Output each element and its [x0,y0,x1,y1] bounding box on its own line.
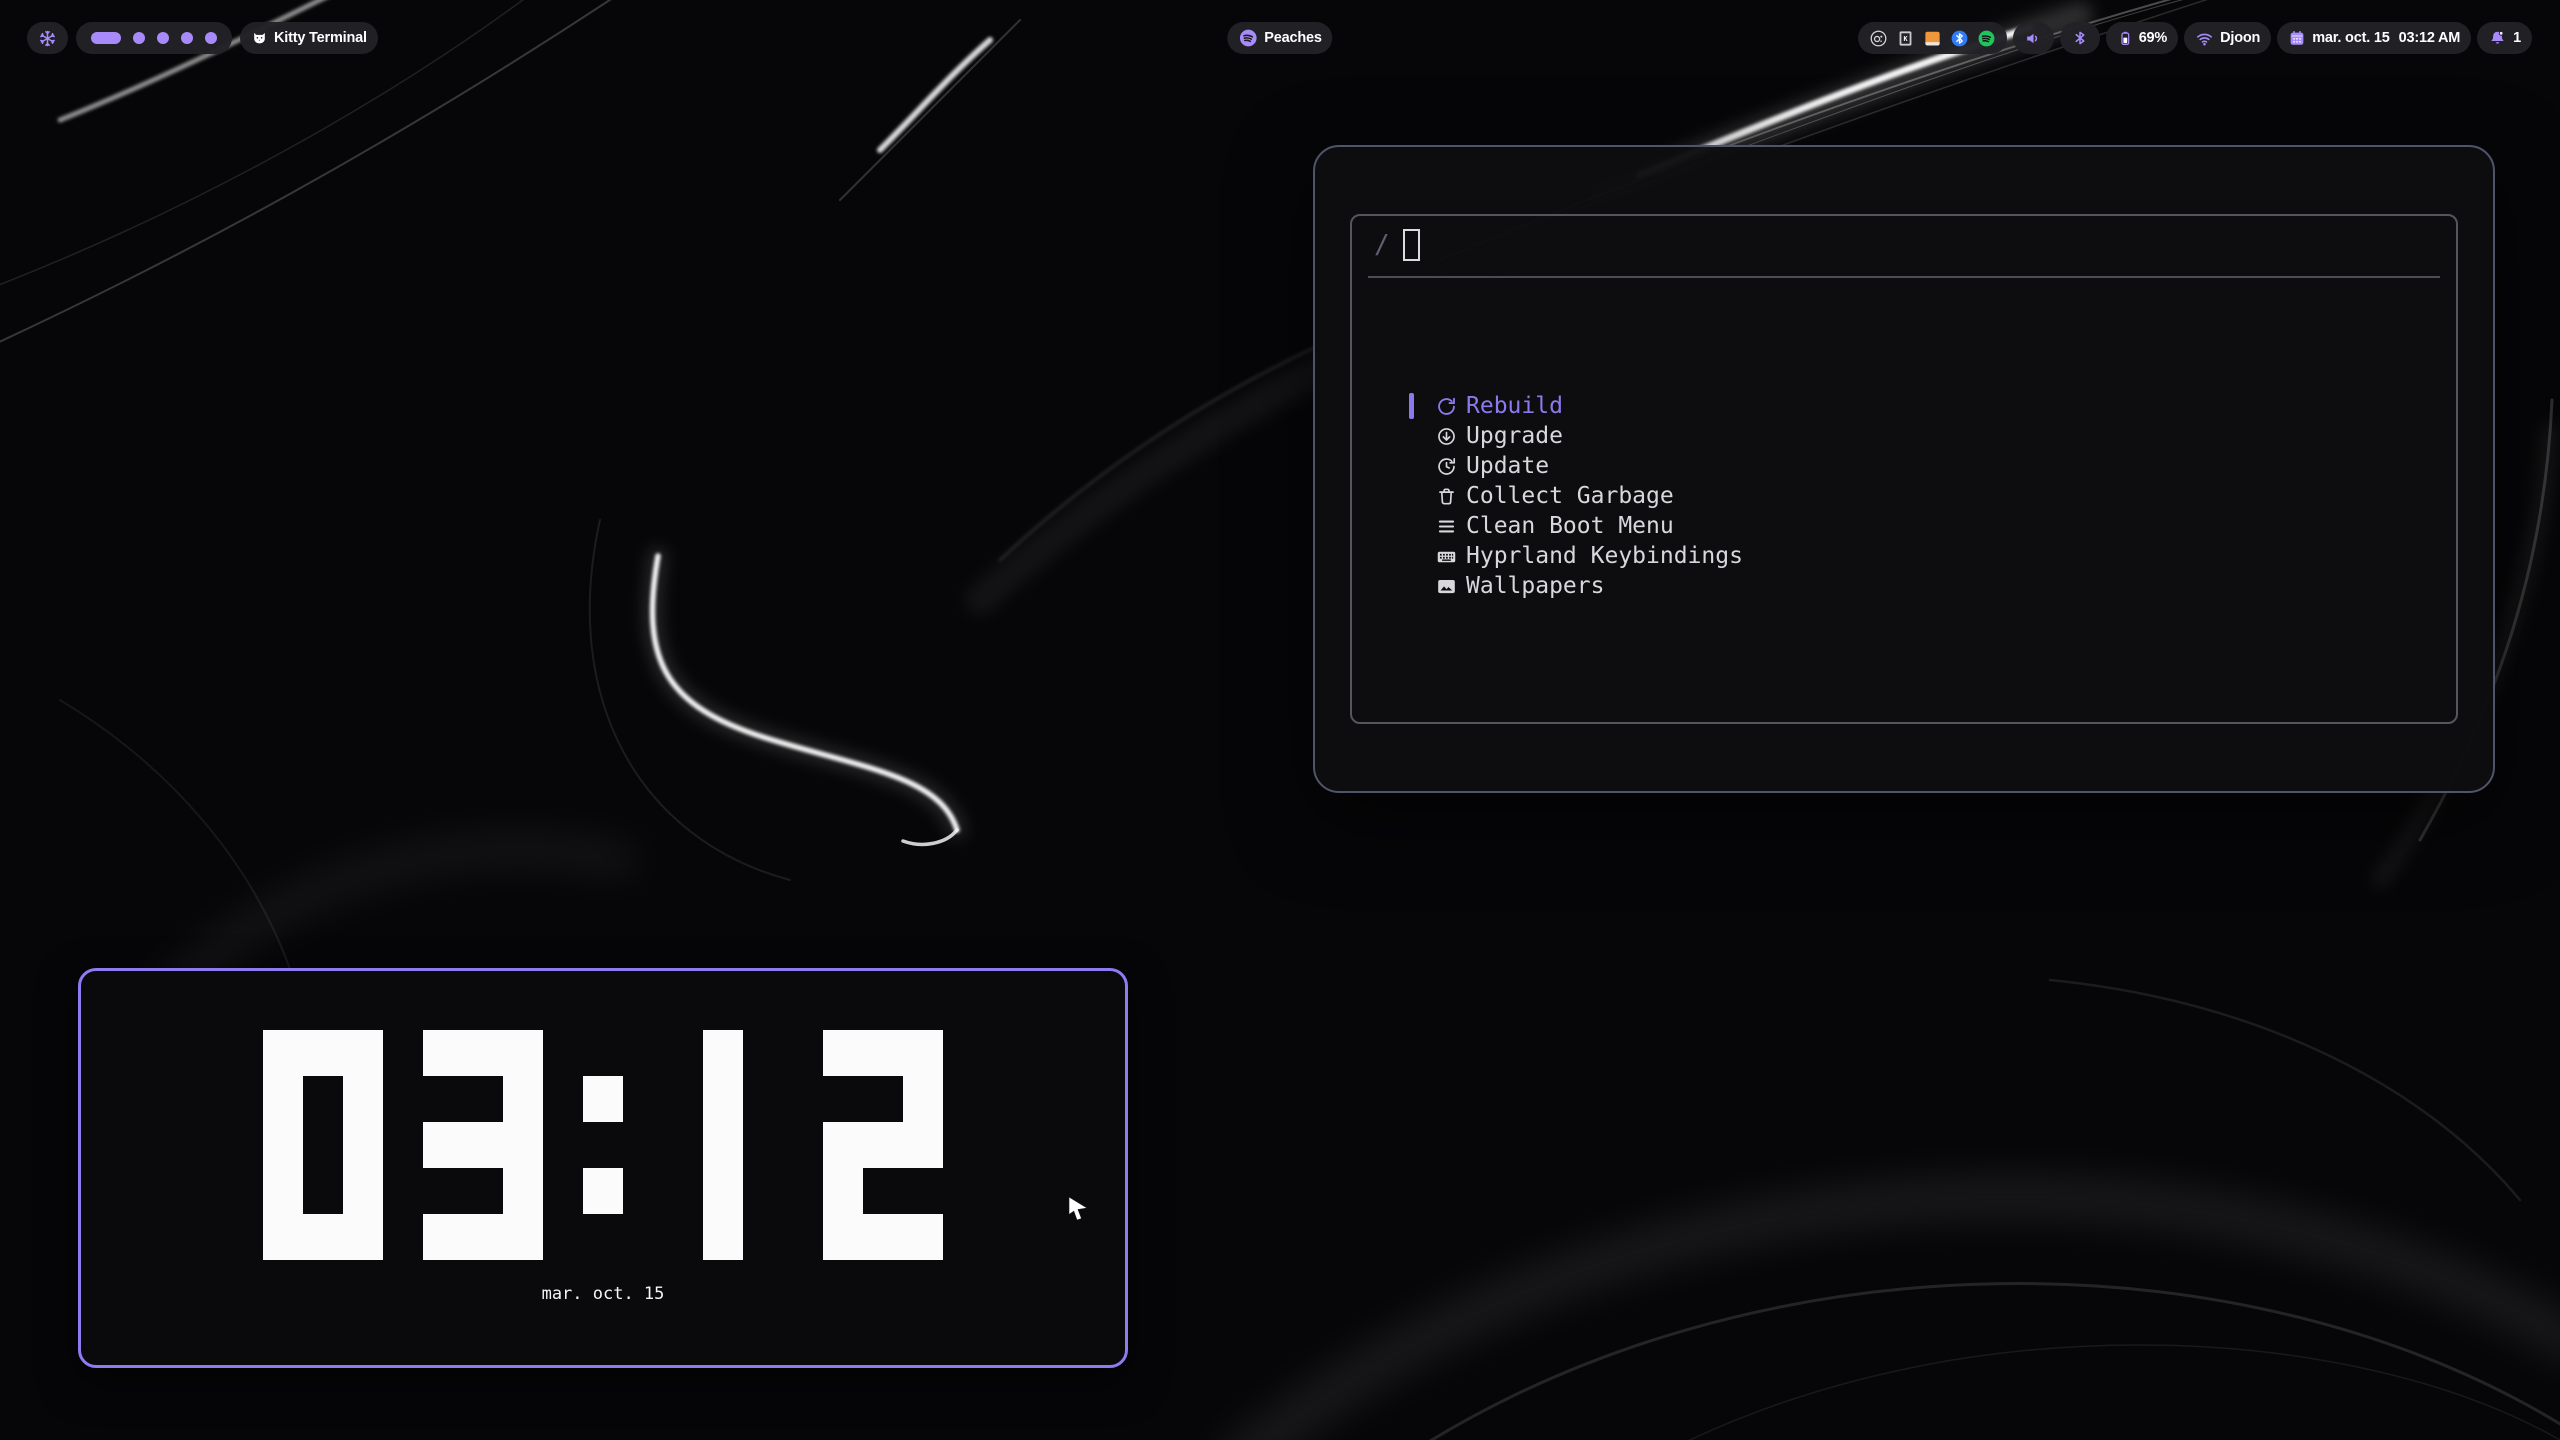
workspace-dot[interactable] [205,32,217,44]
keyboard-icon [1435,545,1457,567]
selection-bar [1409,513,1414,539]
clock-digits [263,1030,943,1260]
update-clock-icon [1435,455,1457,477]
menu-item[interactable]: Update [1409,451,1743,481]
rebuild-refresh-icon [1435,395,1457,417]
status-bar: Kitty Terminal Peaches K [0,0,2560,86]
mouse-cursor [1068,1196,1090,1222]
bar-time: 03:12 AM [2399,30,2461,46]
battery-percent: 69% [2139,30,2167,46]
workspaces-pill [76,22,232,54]
selection-bar [1409,423,1414,449]
bluetooth-pill[interactable] [2060,22,2100,54]
volume-pill[interactable] [2013,22,2054,54]
bar-left-group: Kitty Terminal [27,22,378,54]
menu-item[interactable]: Rebuild [1409,391,1743,421]
clock-colon [583,1030,623,1260]
bar-right-group: K [1858,22,2532,54]
system-tray-pill: K [1858,22,2007,54]
image-icon [1435,575,1457,597]
search-input[interactable]: / [1374,229,1420,261]
menu-item-label: Upgrade [1466,423,1563,449]
bluetooth-icon [2071,29,2089,47]
nixos-logo-icon [38,29,57,48]
media-title: Peaches [1264,30,1321,46]
workspace-indicators [87,32,221,44]
bar-date: mar. oct. 15 [2312,30,2389,46]
nixos-menu-pill[interactable] [27,22,68,54]
search-separator [1368,276,2440,278]
menu-item-label: Collect Garbage [1466,483,1674,509]
notifications-pill[interactable]: 1 [2477,22,2532,54]
launcher-menu: Rebuild Upgrade Update Collect Garbage C… [1409,391,1743,601]
menu-item-label: Wallpapers [1466,573,1604,599]
menu-item[interactable]: Collect Garbage [1409,481,1743,511]
disc-tray-icon[interactable] [1869,29,1888,48]
bluetooth-tray-icon[interactable] [1950,29,1969,48]
clock-date: mar. oct. 15 [81,1284,1125,1304]
menu-item-label: Rebuild [1466,393,1563,419]
selection-bar [1409,393,1414,419]
datetime-pill[interactable]: mar. oct. 15 03:12 AM [2277,22,2471,54]
clock-digit [423,1030,543,1260]
spotify-tray-icon[interactable] [1977,29,1996,48]
selection-bar [1409,483,1414,509]
menu-item[interactable]: Hyprland Keybindings [1409,541,1743,571]
desktop: Kitty Terminal Peaches K [0,0,2560,1440]
selection-bar [1409,543,1414,569]
launcher-inner-box: / Rebuild Upgrade Update Collect Garbage… [1350,214,2458,724]
list-icon [1435,515,1457,537]
menu-item-label: Update [1466,453,1549,479]
clock-digit [663,1030,783,1260]
menu-item-label: Clean Boot Menu [1466,513,1674,539]
workspace-active-indicator[interactable] [91,32,121,44]
text-cursor [1403,229,1420,261]
workspace-dot[interactable] [181,32,193,44]
wifi-ssid: Djoon [2220,30,2260,46]
notification-count: 1 [2513,30,2521,46]
battery-icon [2117,29,2133,47]
calendar-icon [2288,29,2306,47]
speaker-icon [2024,29,2043,48]
orange-app-tray-icon[interactable] [1923,29,1942,48]
trash-icon [1435,485,1457,507]
cat-icon [251,30,268,47]
launcher-panel: / Rebuild Upgrade Update Collect Garbage… [1313,145,2495,793]
workspace-dot[interactable] [133,32,145,44]
upgrade-circle-down-icon [1435,425,1457,447]
bell-icon [2488,29,2507,48]
network-pill[interactable]: Djoon [2184,22,2271,54]
menu-item-label: Hyprland Keybindings [1466,543,1743,569]
active-window-title: Kitty Terminal [274,30,367,46]
square-k-tray-icon[interactable]: K [1896,29,1915,48]
clock-widget: mar. oct. 15 [78,968,1128,1368]
search-prompt: / [1374,230,1390,260]
clock-digit [263,1030,383,1260]
selection-bar [1409,453,1414,479]
menu-item[interactable]: Clean Boot Menu [1409,511,1743,541]
selection-bar [1409,573,1414,599]
active-window-pill[interactable]: Kitty Terminal [240,22,378,54]
clock-digit [823,1030,943,1260]
battery-pill[interactable]: 69% [2106,22,2178,54]
menu-item[interactable]: Wallpapers [1409,571,1743,601]
spotify-icon [1238,28,1258,48]
menu-item[interactable]: Upgrade [1409,421,1743,451]
workspace-dot[interactable] [157,32,169,44]
wifi-icon [2195,29,2214,48]
media-pill[interactable]: Peaches [1227,22,1332,54]
